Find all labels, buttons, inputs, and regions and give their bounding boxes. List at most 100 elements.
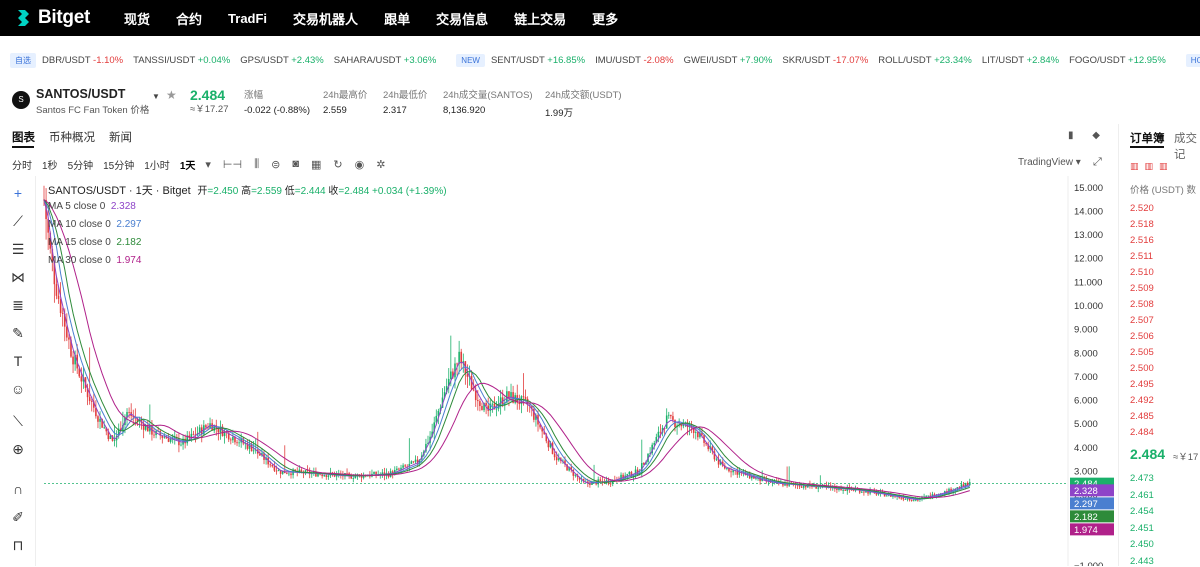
- ask-row[interactable]: 2.484: [1130, 427, 1154, 438]
- nav-copy-trading[interactable]: 跟单: [384, 9, 410, 28]
- interval-1d[interactable]: 1天: [180, 157, 196, 172]
- compare-icon[interactable]: ⊜: [271, 158, 280, 171]
- ticker-item[interactable]: SAHARA/USDT +3.06%: [334, 55, 437, 66]
- interval-15m[interactable]: 15分钟: [103, 157, 134, 172]
- emoji-icon[interactable]: ☺: [9, 380, 27, 398]
- candle-body: [694, 432, 697, 434]
- nav-more[interactable]: 更多: [592, 9, 618, 28]
- chevron-down-icon[interactable]: ▼: [152, 92, 160, 101]
- ticker-item[interactable]: SENT/USDT +16.85%: [491, 55, 585, 66]
- horizontal-lines-icon[interactable]: ☰: [9, 240, 27, 258]
- panel-icons: ▮ ◆: [1068, 130, 1100, 141]
- tab-news[interactable]: 新闻: [109, 129, 132, 145]
- ask-row[interactable]: 2.495: [1130, 379, 1154, 390]
- pattern-icon[interactable]: ⋈: [9, 268, 27, 286]
- ask-row[interactable]: 2.492: [1130, 395, 1154, 406]
- ticker-item[interactable]: FOGO/USDT +12.95%: [1069, 55, 1166, 66]
- ask-row[interactable]: 2.510: [1130, 267, 1154, 278]
- ask-row[interactable]: 2.500: [1130, 363, 1154, 374]
- candle-body: [169, 438, 172, 442]
- candle-type-icon[interactable]: ⫼: [254, 158, 259, 171]
- pair-name[interactable]: SANTOS/USDT: [36, 87, 125, 101]
- bid-row[interactable]: 2.454: [1130, 506, 1154, 517]
- tab-chart[interactable]: 图表: [12, 129, 35, 145]
- orderbook-view-icons[interactable]: ▥▥▥: [1130, 161, 1174, 172]
- gear-icon[interactable]: ✲: [376, 158, 385, 171]
- ticker-item[interactable]: GPS/USDT +2.43%: [240, 55, 324, 66]
- interval-dropdown-icon[interactable]: ▾: [205, 158, 211, 171]
- fib-icon[interactable]: ≣: [9, 296, 27, 314]
- ask-row[interactable]: 2.518: [1130, 219, 1154, 230]
- nav-trading-info[interactable]: 交易信息: [436, 9, 488, 28]
- nav-spot[interactable]: 现货: [124, 9, 150, 28]
- crosshair-icon[interactable]: +: [9, 184, 27, 202]
- bid-row[interactable]: 2.451: [1130, 523, 1154, 534]
- star-icon[interactable]: ★: [166, 88, 177, 102]
- brush-icon[interactable]: ✎: [9, 324, 27, 342]
- candle-body: [277, 470, 280, 471]
- tab-trades[interactable]: 成交记: [1174, 130, 1200, 162]
- interval-timeline[interactable]: 分时: [12, 157, 32, 172]
- bid-row[interactable]: 2.443: [1130, 556, 1154, 567]
- ruler-icon[interactable]: ⟍: [9, 412, 27, 430]
- settings-icon[interactable]: ◆: [1092, 130, 1100, 141]
- nav-trading-bots[interactable]: 交易机器人: [293, 9, 358, 28]
- trendline-icon[interactable]: ⟋: [9, 212, 27, 230]
- price-chart[interactable]: 15.000 14.000 13.000 12.000 11.000 10.000 9.00…: [38, 176, 1118, 566]
- tab-orderbook[interactable]: 订单簿: [1130, 130, 1165, 146]
- ask-row[interactable]: 2.507: [1130, 315, 1154, 326]
- nav-tradfi[interactable]: TradFi: [228, 11, 267, 26]
- ticker-item[interactable]: GWEI/USDT +7.90%: [684, 55, 773, 66]
- candle-body: [396, 468, 398, 471]
- ticker-item[interactable]: SKR/USDT -17.07%: [782, 55, 868, 66]
- ticker-item[interactable]: IMU/USDT -2.08%: [595, 55, 674, 66]
- bitget-logo[interactable]: Bitget: [14, 7, 110, 29]
- zoom-in-icon[interactable]: ⊕: [9, 440, 27, 458]
- candle-body: [323, 475, 326, 477]
- tradingview-dropdown[interactable]: TradingView ▾: [1018, 157, 1081, 168]
- candle-body: [670, 414, 672, 417]
- ticker-item[interactable]: TANSSI/USDT +0.04%: [133, 55, 230, 66]
- ask-row[interactable]: 2.505: [1130, 347, 1154, 358]
- ticker-item[interactable]: DBR/USDT -1.10%: [42, 55, 123, 66]
- tag-favorites[interactable]: 自选: [10, 52, 36, 68]
- indicator-icon[interactable]: ⊢⊣: [223, 158, 242, 171]
- ask-row[interactable]: 2.520: [1130, 203, 1154, 214]
- bid-row[interactable]: 2.461: [1130, 490, 1154, 501]
- price-axis-label: 2.182: [1074, 512, 1098, 523]
- template-icon[interactable]: ▦: [311, 158, 321, 171]
- refresh-icon[interactable]: ↻: [333, 158, 342, 171]
- replay-icon[interactable]: ◉: [355, 158, 365, 171]
- ask-row[interactable]: 2.516: [1130, 235, 1154, 246]
- candle-body: [373, 471, 375, 474]
- book-icon[interactable]: ▮: [1068, 130, 1074, 141]
- bid-row[interactable]: 2.450: [1130, 539, 1154, 550]
- ask-row[interactable]: 2.509: [1130, 283, 1154, 294]
- camera-icon[interactable]: ◙: [292, 158, 299, 170]
- candle-body: [474, 390, 477, 401]
- ask-row[interactable]: 2.511: [1130, 251, 1153, 262]
- ask-row[interactable]: 2.508: [1130, 299, 1154, 310]
- fullscreen-icon[interactable]: ⤢: [1093, 156, 1102, 169]
- ticker-item[interactable]: LIT/USDT +2.84%: [982, 55, 1059, 66]
- ma15-legend: MA 15 close 0 2.182: [48, 237, 142, 248]
- tag-hot[interactable]: HOT: [1185, 53, 1200, 67]
- magnet-icon[interactable]: ∩: [9, 480, 27, 498]
- tab-overview[interactable]: 币种概况: [49, 129, 95, 145]
- bid-row[interactable]: 2.473: [1130, 473, 1154, 484]
- ask-row[interactable]: 2.506: [1130, 331, 1154, 342]
- lock-drawing-icon[interactable]: ✐: [9, 508, 27, 526]
- ticker-item[interactable]: ROLL/USDT +23.34%: [878, 55, 972, 66]
- interval-1h[interactable]: 1小时: [144, 157, 170, 172]
- nav-futures[interactable]: 合约: [176, 9, 202, 28]
- tag-new[interactable]: NEW: [456, 53, 485, 67]
- nav-onchain[interactable]: 链上交易: [514, 9, 566, 28]
- lock-icon[interactable]: ⊓: [9, 536, 27, 554]
- interval-1s[interactable]: 1秒: [42, 157, 58, 172]
- interval-5m[interactable]: 5分钟: [68, 157, 94, 172]
- candle-body: [327, 475, 330, 477]
- candle-body: [925, 496, 927, 497]
- text-icon[interactable]: T: [9, 352, 27, 370]
- ask-row[interactable]: 2.485: [1130, 411, 1154, 422]
- candle-body: [217, 428, 220, 433]
